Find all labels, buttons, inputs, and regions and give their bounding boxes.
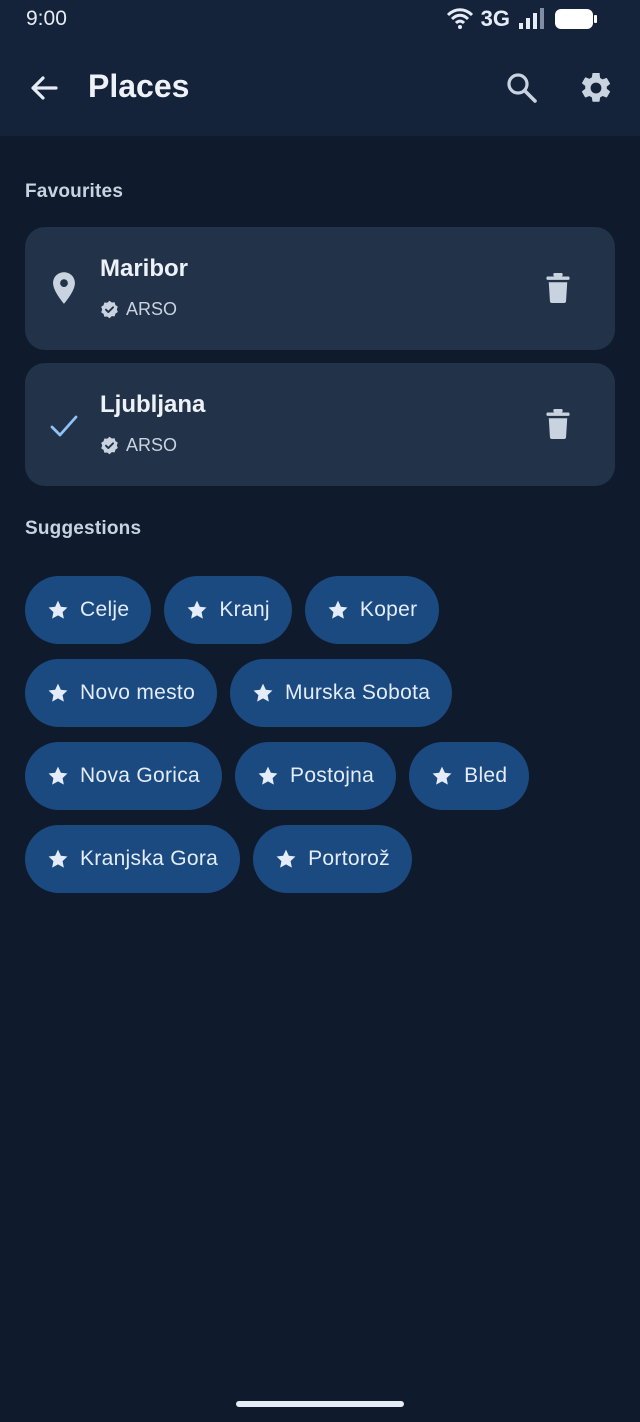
star-icon — [48, 766, 68, 785]
delete-icon[interactable] — [545, 409, 571, 439]
suggestion-chip[interactable]: Kranjska Gora — [25, 825, 241, 893]
suggestion-chip[interactable]: Nova Gorica — [25, 742, 223, 810]
star-icon — [187, 600, 207, 619]
status-icons: 3G — [446, 6, 598, 32]
star-icon — [48, 683, 68, 702]
signal-icon — [519, 8, 544, 29]
star-icon — [253, 683, 273, 702]
suggestion-chip[interactable]: Celje — [25, 576, 152, 644]
suggestion-chip[interactable]: Novo mesto — [25, 659, 218, 727]
suggestion-chips: Celje Kranj Koper Novo mesto Murska Sobo… — [25, 576, 615, 908]
chip-row: Novo mesto Murska Sobota — [25, 659, 615, 727]
star-icon — [48, 849, 68, 868]
page-title: Places — [88, 68, 190, 104]
favourite-card-ljubljana[interactable]: Ljubljana ARSO — [25, 363, 615, 486]
star-icon — [432, 766, 452, 785]
suggestion-chip[interactable]: Portorož — [253, 825, 412, 893]
wifi-icon — [446, 8, 473, 29]
verified-badge-icon — [101, 436, 118, 455]
delete-icon[interactable] — [545, 273, 571, 303]
chip-label: Postojna — [290, 764, 375, 787]
favourite-name: Maribor — [100, 255, 189, 282]
chip-label: Nova Gorica — [80, 764, 201, 787]
favourite-source-label: ARSO — [126, 299, 178, 319]
favourite-source-label: ARSO — [126, 435, 178, 455]
network-type: 3G — [480, 6, 510, 31]
suggestion-chip[interactable]: Murska Sobota — [230, 659, 453, 727]
chip-label: Celje — [80, 598, 130, 621]
app-bar: Places — [0, 40, 640, 136]
chip-row: Celje Kranj Koper — [25, 576, 615, 644]
suggestions-heading: Suggestions — [25, 518, 142, 539]
gear-icon[interactable] — [578, 70, 614, 106]
search-icon[interactable] — [504, 70, 540, 106]
star-icon — [276, 849, 296, 868]
chip-label: Koper — [359, 598, 418, 621]
favourite-source: ARSO — [100, 299, 177, 320]
chip-label: Bled — [464, 764, 508, 787]
star-icon — [258, 766, 278, 785]
status-time: 9:00 — [26, 7, 67, 30]
favourite-name: Ljubljana — [100, 391, 206, 418]
favourites-heading: Favourites — [25, 181, 124, 202]
suggestion-chip[interactable]: Koper — [304, 576, 440, 644]
chip-row: Nova Gorica Postojna Bled — [25, 742, 615, 810]
suggestion-chip[interactable]: Bled — [409, 742, 530, 810]
gesture-navigation-bar[interactable] — [236, 1401, 404, 1407]
star-icon — [48, 600, 68, 619]
favourite-source: ARSO — [100, 435, 177, 456]
back-arrow-icon[interactable] — [26, 70, 62, 106]
verified-badge-icon — [101, 300, 118, 319]
battery-icon — [555, 9, 597, 29]
suggestion-chip[interactable]: Kranj — [164, 576, 292, 644]
status-bar: 9:00 3G — [0, 0, 640, 40]
suggestion-chip[interactable]: Postojna — [235, 742, 397, 810]
star-icon — [328, 600, 348, 619]
chip-label: Murska Sobota — [285, 681, 431, 704]
chip-label: Kranj — [219, 598, 270, 621]
chip-row: Kranjska Gora Portorož — [25, 825, 615, 893]
chip-label: Portorož — [308, 847, 390, 870]
chip-label: Novo mesto — [80, 681, 196, 704]
chip-label: Kranjska Gora — [80, 847, 219, 870]
location-pin-icon — [53, 272, 75, 304]
favourite-card-maribor[interactable]: Maribor ARSO — [25, 227, 615, 350]
check-icon — [50, 415, 78, 437]
